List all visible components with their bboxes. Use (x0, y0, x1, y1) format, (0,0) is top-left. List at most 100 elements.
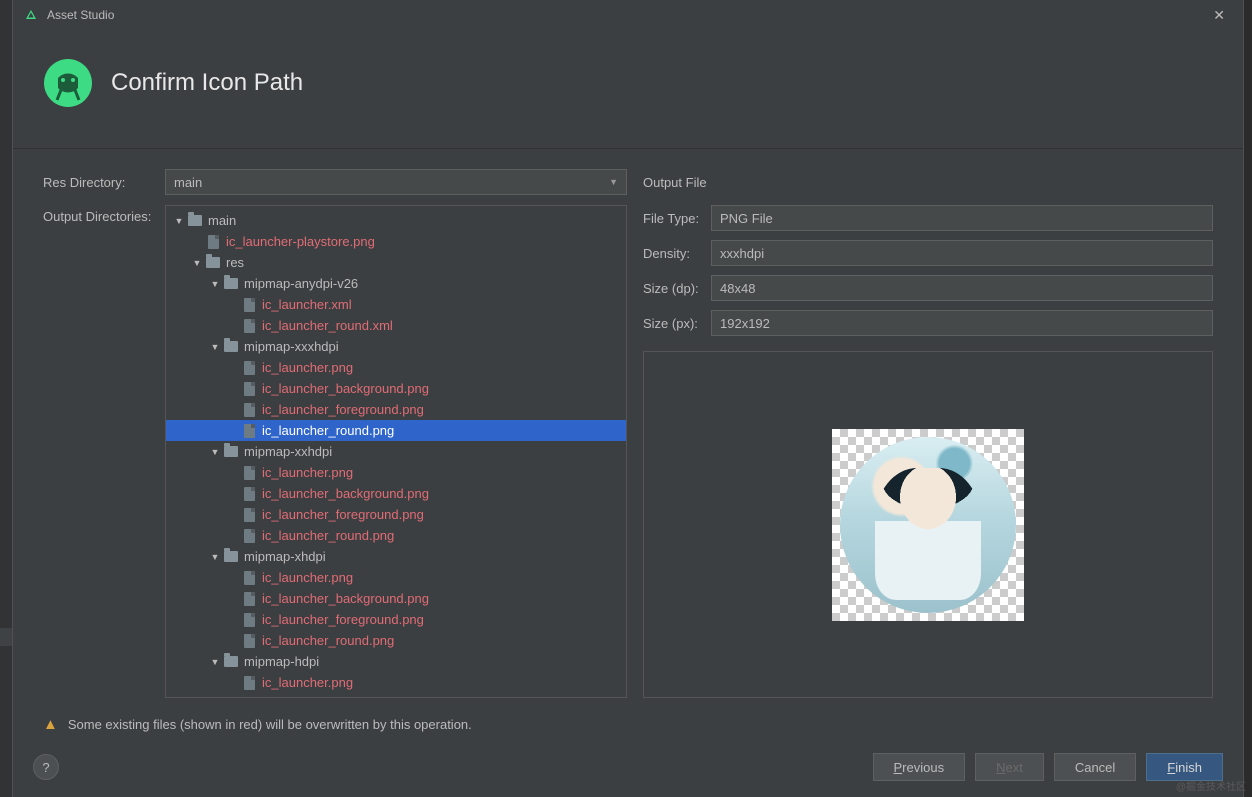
tree-folder[interactable]: ▼ mipmap-xhdpi (166, 546, 626, 567)
file-icon (240, 634, 258, 648)
warning-icon: ▲ (43, 716, 58, 733)
file-icon (240, 382, 258, 396)
tree-item-label: ic_launcher.xml (262, 297, 352, 312)
close-icon[interactable]: ✕ (1205, 3, 1233, 28)
tree-item-label: ic_launcher.png (262, 675, 353, 690)
tree-item-label: ic_launcher.png (262, 570, 353, 585)
tree-folder[interactable]: ▼ mipmap-hdpi (166, 651, 626, 672)
tree-file[interactable]: ic_launcher_foreground.png (166, 504, 626, 525)
tree-item-label: ic_launcher_round.xml (262, 318, 393, 333)
tree-file[interactable]: ic_launcher.png (166, 672, 626, 693)
tree-file[interactable]: ic_launcher_round.xml (166, 315, 626, 336)
file-icon (240, 298, 258, 312)
previous-button[interactable]: Previous (873, 753, 966, 781)
file-icon (240, 466, 258, 480)
tree-item-label: main (208, 213, 236, 228)
file-icon (204, 235, 222, 249)
dialog-header: Confirm Icon Path (13, 30, 1243, 149)
left-column: Res Directory: main Output Directories: … (43, 169, 627, 698)
tree-item-label: ic_launcher_round.png (262, 423, 394, 438)
file-type-value: PNG File (711, 205, 1213, 231)
expand-arrow-icon[interactable]: ▼ (208, 447, 222, 457)
density-value: xxxhdpi (711, 240, 1213, 266)
size-px-label: Size (px): (643, 316, 711, 331)
folder-icon (222, 656, 240, 667)
watermark: @掘金技术社区 (1176, 778, 1246, 793)
expand-arrow-icon[interactable]: ▼ (208, 342, 222, 352)
tree-item-label: res (226, 255, 244, 270)
right-column: Output File File Type: PNG File Density:… (643, 169, 1213, 698)
tree-folder[interactable]: ▼ mipmap-anydpi-v26 (166, 273, 626, 294)
file-icon (240, 361, 258, 375)
tree-item-label: mipmap-anydpi-v26 (244, 276, 358, 291)
preview-panel (643, 351, 1213, 698)
tree-file[interactable]: ic_launcher_foreground.png (166, 609, 626, 630)
android-head-icon (43, 58, 93, 108)
output-file-heading: Output File (643, 169, 1213, 195)
titlebar: Asset Studio ✕ (13, 0, 1243, 30)
expand-arrow-icon[interactable]: ▼ (208, 552, 222, 562)
file-icon (240, 424, 258, 438)
next-button: Next (975, 753, 1044, 781)
expand-arrow-icon[interactable]: ▼ (208, 657, 222, 667)
tree-item-label: ic_launcher_round.png (262, 528, 394, 543)
tree-file[interactable]: ic_launcher.png (166, 462, 626, 483)
tree-file[interactable]: ic_launcher_round.png (166, 525, 626, 546)
tree-file[interactable]: ic_launcher_background.png (166, 588, 626, 609)
tree-item-label: ic_launcher_background.png (262, 381, 429, 396)
file-type-label: File Type: (643, 211, 711, 226)
help-button[interactable]: ? (33, 754, 59, 780)
expand-arrow-icon[interactable]: ▼ (172, 216, 186, 226)
size-dp-label: Size (dp): (643, 281, 711, 296)
tree-folder[interactable]: ▼ mipmap-xxxhdpi (166, 336, 626, 357)
tree-item-label: ic_launcher_foreground.png (262, 507, 424, 522)
tree-item-label: ic_launcher_background.png (262, 591, 429, 606)
android-studio-icon (23, 7, 39, 23)
tree-item-label: mipmap-xxhdpi (244, 444, 332, 459)
asset-studio-dialog: Asset Studio ✕ Confirm Icon Path Res Dir… (12, 0, 1244, 797)
expand-arrow-icon[interactable]: ▼ (208, 279, 222, 289)
tree-item-label: ic_launcher.png (262, 465, 353, 480)
tree-file[interactable]: ic_launcher.xml (166, 294, 626, 315)
tree-item-label: ic_launcher.png (262, 360, 353, 375)
output-tree[interactable]: ▼ main ic_launcher-playstore.png ▼ res ▼ mipma… (165, 205, 627, 698)
tree-file[interactable]: ic_launcher_round.png (166, 630, 626, 651)
tree-folder[interactable]: ▼ main (166, 210, 626, 231)
tree-file[interactable]: ic_launcher-playstore.png (166, 231, 626, 252)
tree-item-label: mipmap-hdpi (244, 654, 319, 669)
tree-item-label: ic_launcher_foreground.png (262, 612, 424, 627)
tree-file[interactable]: ic_launcher_background.png (166, 378, 626, 399)
folder-icon (186, 215, 204, 226)
density-label: Density: (643, 246, 711, 261)
tree-file[interactable]: ic_launcher_round.png (166, 420, 626, 441)
tree-file[interactable]: ic_launcher_foreground.png (166, 399, 626, 420)
expand-arrow-icon[interactable]: ▼ (190, 258, 204, 268)
folder-icon (204, 257, 222, 268)
file-icon (240, 592, 258, 606)
res-directory-value: main (174, 175, 202, 190)
cancel-button[interactable]: Cancel (1054, 753, 1136, 781)
file-icon (240, 529, 258, 543)
tree-folder[interactable]: ▼ mipmap-xxhdpi (166, 441, 626, 462)
tree-file[interactable]: ic_launcher.png (166, 567, 626, 588)
size-px-value: 192x192 (711, 310, 1213, 336)
res-directory-select[interactable]: main (165, 169, 627, 195)
tree-file[interactable]: ic_launcher_background.png (166, 483, 626, 504)
tree-item-label: ic_launcher-playstore.png (226, 234, 375, 249)
page-title: Confirm Icon Path (111, 69, 303, 97)
file-icon (240, 319, 258, 333)
folder-icon (222, 278, 240, 289)
tree-item-label: mipmap-xxxhdpi (244, 339, 339, 354)
file-icon (240, 487, 258, 501)
ide-tool-tab[interactable] (0, 628, 12, 646)
tree-folder[interactable]: ▼ res (166, 252, 626, 273)
output-directories-label: Output Directories: (43, 205, 165, 224)
file-icon (240, 676, 258, 690)
tree-item-label: ic_launcher_round.png (262, 633, 394, 648)
file-icon (240, 613, 258, 627)
tree-item-label: ic_launcher_background.png (262, 486, 429, 501)
tree-file[interactable]: ic_launcher.png (166, 357, 626, 378)
finish-button[interactable]: Finish (1146, 753, 1223, 781)
tree-item-label: mipmap-xhdpi (244, 549, 326, 564)
dialog-body: Res Directory: main Output Directories: … (13, 149, 1243, 698)
